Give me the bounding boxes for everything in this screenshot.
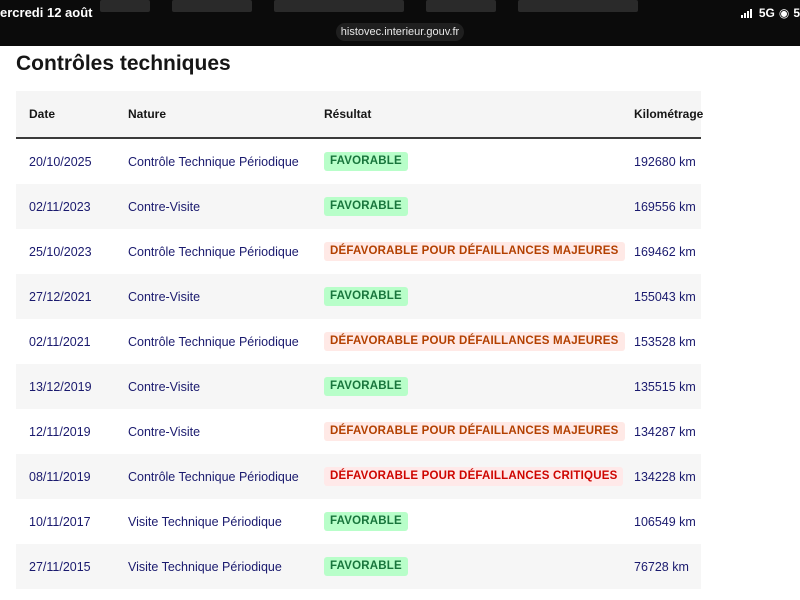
location-icon: ◉	[778, 6, 790, 20]
table-row: 12/11/2019 Contre-Visite DÉFAVORABLE POUR …	[16, 409, 701, 454]
cell-result: DÉFAVORABLE POUR DÉFAILLANCES MAJEURES	[324, 319, 634, 364]
result-badge: FAVORABLE	[324, 557, 408, 576]
cell-mileage: 169556 km	[634, 184, 701, 229]
header-result[interactable]: Résultat	[324, 91, 634, 139]
cell-result: DÉFAVORABLE POUR DÉFAILLANCES MAJEURES	[324, 229, 634, 274]
table-header-row: Date Nature Résultat Kilométrage	[16, 91, 703, 139]
cell-result: FAVORABLE	[324, 499, 634, 544]
cell-mileage: 135515 km	[634, 364, 701, 409]
cell-nature: Contrôle Technique Périodique	[128, 454, 324, 499]
cell-nature: Visite Technique Périodique	[128, 514, 282, 529]
table-row: 08/11/2019 Contrôle Technique Périodique D…	[16, 454, 701, 499]
result-badge: DÉFAVORABLE POUR DÉFAILLANCES CRITIQUES	[324, 467, 624, 486]
result-badge: FAVORABLE	[324, 287, 408, 306]
cell-nature: Contrôle Technique Périodique	[128, 154, 299, 169]
status-bar: ercredi 12 août histovec.interieur.gouv.…	[0, 0, 800, 46]
cell-result: FAVORABLE	[324, 184, 634, 229]
cell-result: FAVORABLE	[324, 364, 634, 409]
table-row: 10/11/2017 Visite Technique Périodique FAV…	[16, 499, 701, 544]
table-row: 27/11/2015 Visite Technique Périodique FAV…	[16, 544, 701, 589]
status-indicators: 5G ◉ 5	[740, 6, 800, 20]
result-badge: FAVORABLE	[324, 197, 408, 216]
cell-mileage: 153528 km	[634, 334, 696, 349]
url-bar[interactable]: histovec.interieur.gouv.fr	[336, 23, 464, 41]
cell-date: 25/10/2023	[29, 244, 92, 259]
cell-date: 13/12/2019	[16, 364, 128, 409]
table-row: 13/12/2019 Contre-Visite FAVORABLE 135515 k…	[16, 364, 701, 409]
status-datetime: ercredi 12 août	[0, 5, 93, 20]
cell-date: 20/10/2025	[29, 154, 92, 169]
table-row: 25/10/2023 Contrôle Technique Périodique D…	[16, 229, 701, 274]
cell-result: FAVORABLE	[324, 544, 634, 589]
cell-nature: Contrôle Technique Périodique	[128, 244, 299, 259]
inspections-table: Date Nature Résultat Kilométrage 20/10/2…	[16, 91, 703, 589]
result-badge: FAVORABLE	[324, 152, 408, 171]
table-row: 02/11/2021 Contrôle Technique Périodique D…	[16, 319, 701, 364]
table-row: 20/10/2025 Contrôle Technique Périodique F…	[16, 138, 701, 184]
cell-mileage: 192680 km	[634, 154, 696, 169]
cell-mileage: 134228 km	[634, 454, 701, 499]
cell-result: DÉFAVORABLE POUR DÉFAILLANCES MAJEURES	[324, 409, 634, 454]
cell-mileage: 106549 km	[634, 514, 696, 529]
cell-result: FAVORABLE	[324, 274, 634, 319]
cell-date: 02/11/2021	[29, 334, 91, 349]
cell-nature: Contre-Visite	[128, 184, 324, 229]
cell-mileage: 134287 km	[634, 424, 696, 439]
cell-nature: Contre-Visite	[128, 274, 324, 319]
cell-nature: Visite Technique Périodique	[128, 544, 324, 589]
header-nature[interactable]: Nature	[128, 91, 324, 139]
cell-nature: Contre-Visite	[128, 364, 324, 409]
battery-label: 5	[793, 6, 800, 20]
signal-icon	[740, 8, 752, 18]
page-title: Contrôles techniques	[16, 52, 231, 75]
result-badge: DÉFAVORABLE POUR DÉFAILLANCES MAJEURES	[324, 242, 625, 261]
cell-mileage: 169462 km	[634, 244, 696, 259]
result-badge: DÉFAVORABLE POUR DÉFAILLANCES MAJEURES	[324, 422, 625, 441]
cell-nature: Contrôle Technique Périodique	[128, 334, 299, 349]
cell-mileage: 155043 km	[634, 274, 701, 319]
cell-date: 08/11/2019	[16, 454, 128, 499]
cell-mileage: 76728 km	[634, 544, 701, 589]
cell-nature: Contre-Visite	[128, 424, 201, 439]
header-date[interactable]: Date	[16, 91, 128, 139]
table-row: 02/11/2023 Contre-Visite FAVORABLE 169556 k…	[16, 184, 701, 229]
table-row: 27/12/2021 Contre-Visite FAVORABLE 155043 k…	[16, 274, 701, 319]
header-mileage[interactable]: Kilométrage	[634, 91, 703, 139]
cell-date: 10/11/2017	[29, 514, 91, 529]
network-label: 5G	[758, 6, 775, 20]
cell-date: 12/11/2019	[29, 424, 91, 439]
result-badge: DÉFAVORABLE POUR DÉFAILLANCES MAJEURES	[324, 332, 625, 351]
background-nav	[100, 0, 638, 16]
result-badge: FAVORABLE	[324, 512, 408, 531]
result-badge: FAVORABLE	[324, 377, 408, 396]
cell-result: FAVORABLE	[324, 138, 634, 184]
cell-date: 27/12/2021	[16, 274, 128, 319]
cell-result: DÉFAVORABLE POUR DÉFAILLANCES CRITIQUES	[324, 454, 634, 499]
cell-date: 27/11/2015	[16, 544, 128, 589]
cell-date: 02/11/2023	[16, 184, 128, 229]
